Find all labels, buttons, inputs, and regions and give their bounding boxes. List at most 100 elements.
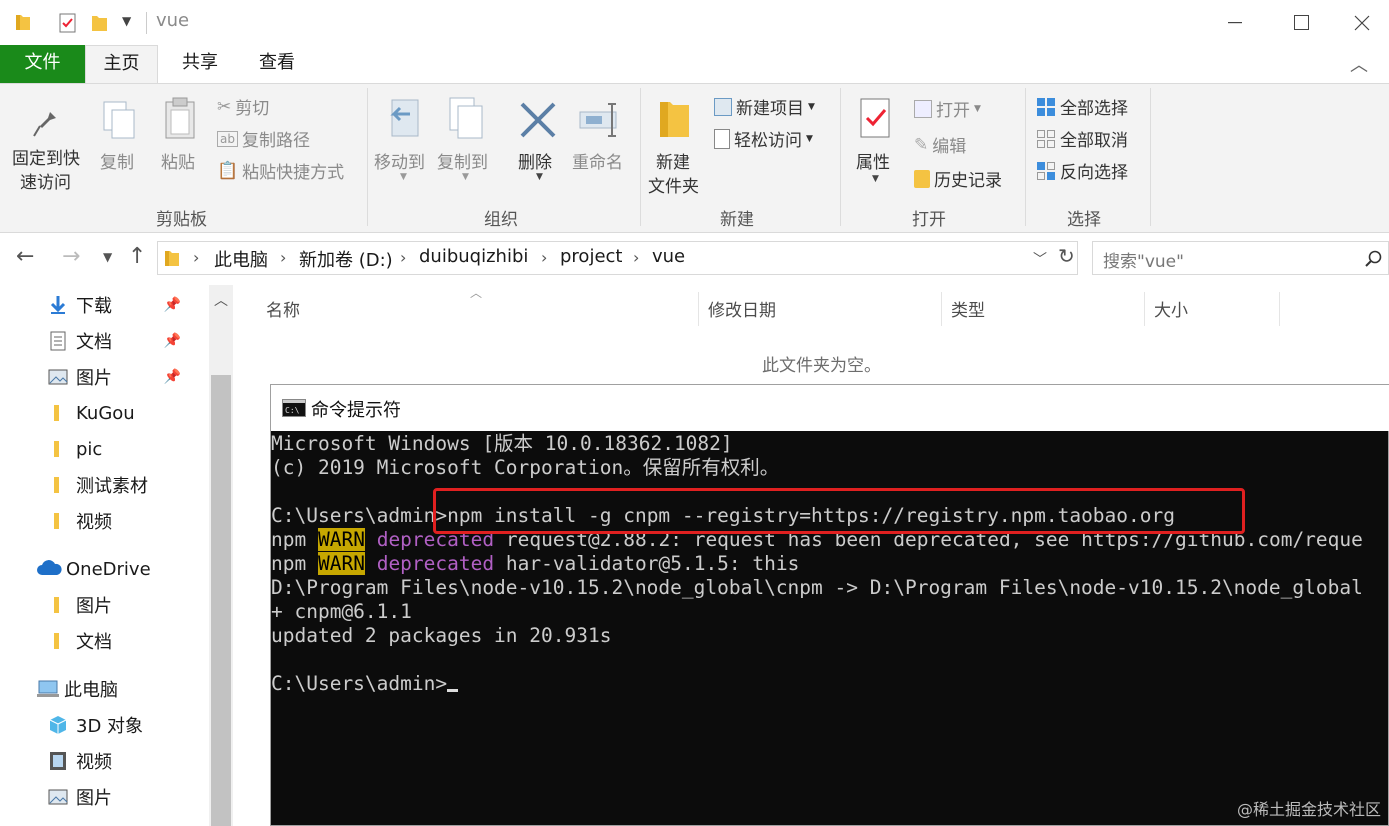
text-cursor [447,689,459,692]
easy-access-button[interactable]: 轻松访问 ▼ [714,126,813,151]
back-button[interactable]: ← [16,244,34,269]
column-header-size[interactable]: 大小 [1154,296,1188,321]
paste-shortcut-button[interactable]: 📋 粘贴快捷方式 [217,158,344,184]
pin-quick-access-button[interactable]: 固定到快 速访问 [10,94,86,194]
copy-button[interactable]: 复制 [96,94,146,174]
nav-label: 视频 [76,512,112,533]
nav-item-kugou[interactable]: KuGou [48,396,135,430]
dropdown-icon: ▼ [462,172,469,182]
recent-locations-icon[interactable]: ▼ [103,250,112,264]
edit-button[interactable]: ✎ 编辑 [914,132,966,158]
scroll-up-icon[interactable]: ︿ [214,290,228,310]
invert-selection-label: 反向选择 [1060,163,1128,183]
column-header-type[interactable]: 类型 [951,296,985,321]
tab-view[interactable]: 查看 [243,45,311,83]
chevron-right-icon[interactable]: › [400,248,406,267]
maximize-button[interactable] [1267,0,1337,45]
copy-path-icon: ab [217,130,238,147]
collapse-ribbon-icon[interactable]: ︿ [1350,51,1368,77]
select-none-button[interactable]: 全部取消 [1036,126,1128,151]
deprecated-label: deprecated [376,552,495,575]
sort-up-icon: ︿ [470,286,483,300]
customize-qa-icon[interactable]: ▼ [122,14,131,28]
invert-selection-button[interactable]: 反向选择 [1036,158,1128,183]
download-icon [50,296,66,314]
tab-home[interactable]: 主页 [85,45,158,83]
properties-label: 属性 [856,153,890,173]
divider [1150,88,1151,226]
nav-item-3d-objects[interactable]: 3D 对象 [48,708,143,742]
nav-scrollbar-thumb[interactable] [211,375,231,826]
breadcrumb-drive-d[interactable]: 新加卷 (D:) [299,246,393,272]
properties-button[interactable]: 属性 ▼ [850,94,904,194]
nav-item-onedrive[interactable]: OneDrive [36,552,151,586]
nav-item-onedrive-pictures[interactable]: 图片 [48,588,112,622]
nav-item-pc-videos[interactable]: 视频 [48,744,112,778]
copy-to-button[interactable]: 复制到 ▼ [434,94,494,184]
edit-icon: ✎ [914,134,929,155]
search-input[interactable]: 搜索"vue" [1092,241,1389,275]
cmd-title-bar[interactable]: C:\ [271,385,1389,431]
move-to-button[interactable]: 移动到 ▼ [372,94,432,184]
breadcrumb-duibuqizhibi[interactable]: duibuqizhibi [419,246,528,267]
paste-button[interactable]: 粘贴 [156,94,206,174]
nav-item-onedrive-documents[interactable]: 文档 [48,624,112,658]
delete-button[interactable]: 删除 ▼ [512,94,562,184]
nav-item-test-materials[interactable]: 测试素材 [48,468,148,502]
close-button[interactable] [1334,0,1389,45]
column-header-name[interactable]: 名称 [266,296,300,321]
cmd-title: 命令提示符 [311,400,401,421]
minimize-button[interactable] [1200,0,1270,45]
refresh-icon[interactable]: ↻ [1058,244,1075,268]
tab-share[interactable]: 共享 [165,45,235,83]
nav-item-this-pc[interactable]: 此电脑 [36,672,118,706]
chevron-right-icon[interactable]: › [541,248,547,267]
maximize-icon [1294,14,1309,30]
breadcrumb-project[interactable]: project [560,246,622,267]
invert-selection-icon [1037,161,1055,180]
new-folder-button[interactable]: 新建 文件夹 [646,94,710,197]
nav-item-downloads[interactable]: 下载 📌 [48,288,209,322]
cloud-icon [37,560,62,575]
navigation-pane: 下载 📌 文档 📌 图片 📌 KuGou pic 测试素材 视频 OneDriv… [0,285,233,826]
cut-button[interactable]: ✂ 剪切 [217,94,269,120]
up-button[interactable]: ↑ [128,244,146,269]
delete-icon [520,102,556,138]
tab-file[interactable]: 文件 [0,45,85,83]
divider[interactable] [698,292,699,326]
address-history-icon[interactable]: ﹀ [1033,249,1047,269]
search-icon [1365,250,1382,267]
nav-item-videos[interactable]: 视频 [48,504,112,538]
picture-icon [48,789,68,805]
new-folder-icon[interactable] [90,12,110,34]
select-all-button[interactable]: 全部选择 [1036,94,1128,119]
rename-button[interactable]: 重命名 [570,94,630,174]
copy-path-button[interactable]: ab 复制路径 [217,126,310,151]
divider [640,88,641,226]
nav-item-documents[interactable]: 文档 📌 [48,324,209,358]
breadcrumb-vue[interactable]: vue [652,246,685,267]
nav-item-pic[interactable]: pic [48,432,102,466]
chevron-right-icon[interactable]: › [280,248,286,267]
easy-access-icon [714,128,730,149]
console-text: har-validator@5.1.5: this [505,552,800,575]
dropdown-icon: ▼ [806,133,813,144]
forward-button[interactable]: → [62,244,80,269]
chevron-right-icon[interactable]: › [193,248,199,267]
paste-label: 粘贴 [161,153,195,173]
divider[interactable] [941,292,942,326]
properties-icon[interactable] [58,12,78,34]
history-button[interactable]: 历史记录 [914,166,1002,191]
new-item-button[interactable]: 新建项目 ▼ [714,94,815,119]
nav-label: 图片 [76,596,112,617]
breadcrumb-this-pc[interactable]: 此电脑 [214,246,268,272]
nav-item-pc-pictures[interactable]: 图片 [48,780,112,814]
select-group-label: 选择 [1067,210,1101,230]
chevron-right-icon[interactable]: › [633,248,639,267]
column-header-date[interactable]: 修改日期 [708,296,776,321]
nav-item-pictures[interactable]: 图片 📌 [48,360,209,394]
divider[interactable] [1144,292,1145,326]
open-button[interactable]: 打开 ▼ [914,96,981,121]
warn-badge: WARN [317,552,365,575]
divider[interactable] [1279,292,1280,326]
